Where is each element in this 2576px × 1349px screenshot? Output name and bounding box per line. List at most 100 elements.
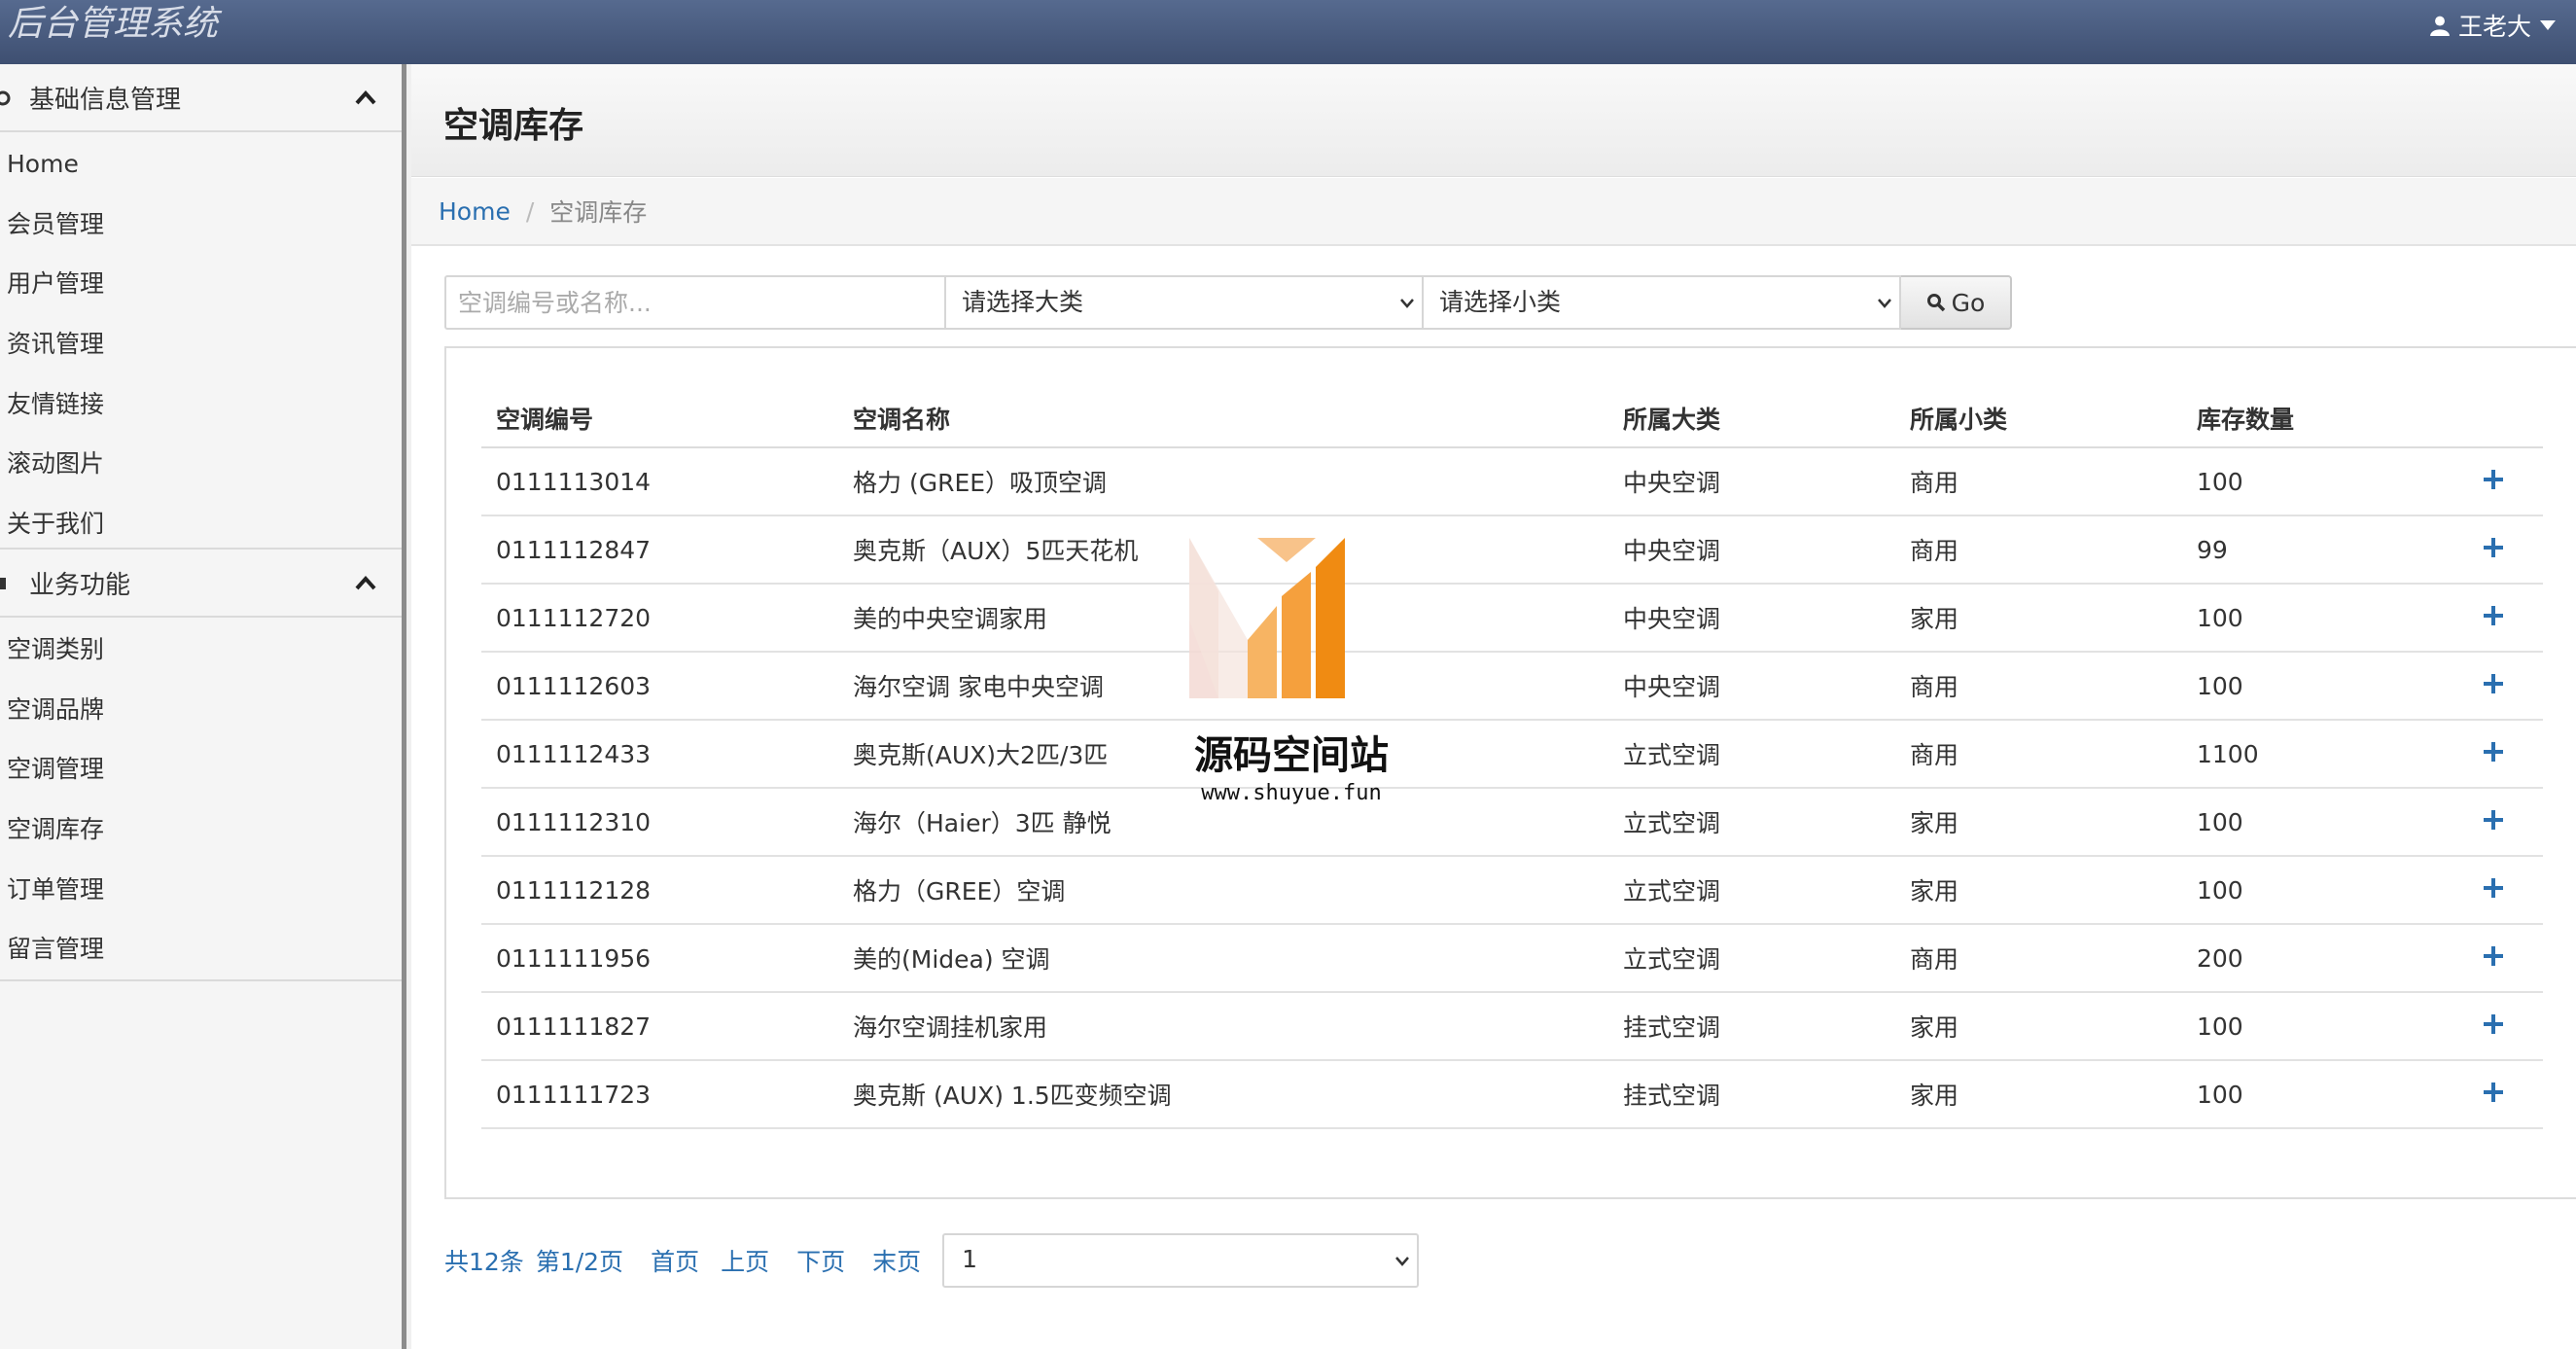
sidebar-item-news[interactable]: 资讯管理 [0, 314, 402, 374]
sidebar-item-orders[interactable]: 订单管理 [0, 860, 402, 920]
sidebar-group-business[interactable]: 业务功能 [0, 550, 402, 618]
pager-next-link[interactable]: 下页 [796, 1243, 845, 1278]
sidebar-item-members[interactable]: 会员管理 [0, 195, 402, 255]
page-header: 空调库存 [411, 64, 2576, 177]
big-category-select[interactable]: 请选择大类 [946, 275, 1424, 330]
cell-name: 奥克斯（AUX）5匹天花机 [838, 515, 1608, 585]
sidebar-item-messages[interactable]: 留言管理 [0, 919, 402, 979]
cell-name: 美的(Midea) 空调 [838, 924, 1608, 993]
search-input[interactable] [444, 275, 946, 330]
table-row: 0111111956 美的(Midea) 空调 立式空调 商用 200 [481, 924, 2543, 993]
small-category-select[interactable]: 请选择小类 [1424, 275, 1901, 330]
sidebar-list-basic-info: Home 会员管理 用户管理 资讯管理 友情链接 滚动图片 关于我们 [0, 132, 402, 550]
plus-icon[interactable] [2483, 1082, 2504, 1103]
page-select[interactable]: 1 [942, 1233, 1420, 1288]
cell-code: 0111111956 [481, 924, 838, 993]
chevron-up-icon [355, 90, 376, 105]
pager-first-link[interactable]: 首页 [651, 1243, 699, 1278]
cell-code: 0111111723 [481, 1060, 838, 1129]
plus-icon[interactable] [2483, 945, 2504, 967]
cell-quantity: 1100 [2182, 720, 2445, 789]
cell-name: 海尔空调挂机家用 [838, 992, 1608, 1061]
cell-name: 海尔（Haier）3匹 静悦 [838, 788, 1608, 857]
sidebar-item-users[interactable]: 用户管理 [0, 254, 402, 314]
column-header-name: 空调名称 [838, 389, 1608, 448]
cell-quantity: 100 [2182, 584, 2445, 653]
cell-code: 0111112128 [481, 856, 838, 925]
cell-actions [2445, 447, 2543, 516]
cell-big-category: 立式空调 [1608, 788, 1895, 857]
sidebar-item-links[interactable]: 友情链接 [0, 374, 402, 435]
pager-last-link[interactable]: 末页 [872, 1243, 921, 1278]
pager-prev-link[interactable]: 上页 [721, 1243, 769, 1278]
plus-icon[interactable] [2483, 741, 2504, 763]
chevron-down-icon [1395, 1257, 1410, 1266]
cell-big-category: 立式空调 [1608, 924, 1895, 993]
main-content: 空调库存 Home / 空调库存 请选择大类 请选择小类 Go [411, 64, 2576, 1349]
table-row: 0111112433 奥克斯(AUX)大2匹/3匹 立式空调 商用 1100 [481, 720, 2543, 789]
sidebar: 基础信息管理 Home 会员管理 用户管理 资讯管理 友情链接 滚动图片 关于我… [0, 64, 406, 1349]
cell-actions [2445, 584, 2543, 653]
go-button[interactable]: Go [1901, 275, 2012, 330]
table-row: 0111111827 海尔空调挂机家用 挂式空调 家用 100 [481, 992, 2543, 1061]
cell-big-category: 中央空调 [1608, 652, 1895, 721]
plus-icon[interactable] [2483, 537, 2504, 558]
table-row: 0111111723 奥克斯 (AUX) 1.5匹变频空调 挂式空调 家用 100 [481, 1060, 2543, 1129]
table-header-row: 空调编号 空调名称 所属大类 所属小类 库存数量 [481, 389, 2543, 448]
user-menu[interactable]: 王老大 [2429, 8, 2557, 43]
cell-actions [2445, 515, 2543, 585]
plus-icon[interactable] [2483, 877, 2504, 899]
cell-actions [2445, 652, 2543, 721]
sidebar-item-ac-category[interactable]: 空调类别 [0, 620, 402, 680]
cell-big-category: 挂式空调 [1608, 992, 1895, 1061]
cell-small-category: 商用 [1895, 720, 2182, 789]
cell-quantity: 100 [2182, 856, 2445, 925]
page-select-value: 1 [962, 1245, 978, 1273]
cell-code: 0111111827 [481, 992, 838, 1061]
table-row: 0111112128 格力（GREE）空调 立式空调 家用 100 [481, 856, 2543, 925]
cell-code: 0111113014 [481, 447, 838, 516]
cell-quantity: 100 [2182, 652, 2445, 721]
cell-actions [2445, 1060, 2543, 1129]
breadcrumb-separator: / [525, 196, 535, 226]
breadcrumb-home-link[interactable]: Home [439, 197, 511, 226]
table-row: 0111112720 美的中央空调家用 中央空调 家用 100 [481, 584, 2543, 653]
cell-name: 格力（GREE）空调 [838, 856, 1608, 925]
sidebar-item-slides[interactable]: 滚动图片 [0, 434, 402, 494]
plus-icon[interactable] [2483, 1013, 2504, 1035]
top-navbar: 后台管理系统 王老大 [0, 0, 2576, 64]
column-header-quantity: 库存数量 [2182, 389, 2445, 448]
cell-actions [2445, 992, 2543, 1061]
sidebar-item-ac-manage[interactable]: 空调管理 [0, 739, 402, 799]
cell-small-category: 家用 [1895, 1060, 2182, 1129]
plus-icon[interactable] [2483, 673, 2504, 694]
cell-actions [2445, 788, 2543, 857]
cell-small-category: 家用 [1895, 788, 2182, 857]
stock-table: 空调编号 空调名称 所属大类 所属小类 库存数量 0111113014 格力 (G… [481, 389, 2543, 1129]
plus-icon[interactable] [2483, 809, 2504, 831]
sidebar-group-basic-info[interactable]: 基础信息管理 [0, 64, 402, 132]
sidebar-item-ac-brand[interactable]: 空调品牌 [0, 680, 402, 740]
cell-small-category: 商用 [1895, 652, 2182, 721]
sidebar-item-ac-stock[interactable]: 空调库存 [0, 799, 402, 860]
cell-code: 0111112433 [481, 720, 838, 789]
sidebar-item-about[interactable]: 关于我们 [0, 494, 402, 554]
sidebar-group-label: 基础信息管理 [29, 85, 182, 115]
cell-small-category: 家用 [1895, 992, 2182, 1061]
chevron-down-icon [1878, 299, 1891, 308]
big-category-value: 请选择大类 [962, 288, 1084, 316]
go-button-label: Go [1951, 288, 1986, 317]
user-icon [2430, 16, 2450, 36]
cell-code: 0111112603 [481, 652, 838, 721]
chevron-down-icon [2540, 20, 2556, 30]
stock-table-panel: 空调编号 空调名称 所属大类 所属小类 库存数量 0111113014 格力 (G… [444, 346, 2576, 1199]
cell-name: 格力 (GREE）吸顶空调 [838, 447, 1608, 516]
column-header-actions [2445, 389, 2543, 448]
cell-big-category: 挂式空调 [1608, 1060, 1895, 1129]
table-row: 0111112847 奥克斯（AUX）5匹天花机 中央空调 商用 99 [481, 515, 2543, 585]
cell-code: 0111112310 [481, 788, 838, 857]
sidebar-item-home[interactable]: Home [0, 134, 402, 195]
plus-icon[interactable] [2483, 469, 2504, 490]
plus-icon[interactable] [2483, 605, 2504, 626]
cell-name: 海尔空调 家电中央空调 [838, 652, 1608, 721]
